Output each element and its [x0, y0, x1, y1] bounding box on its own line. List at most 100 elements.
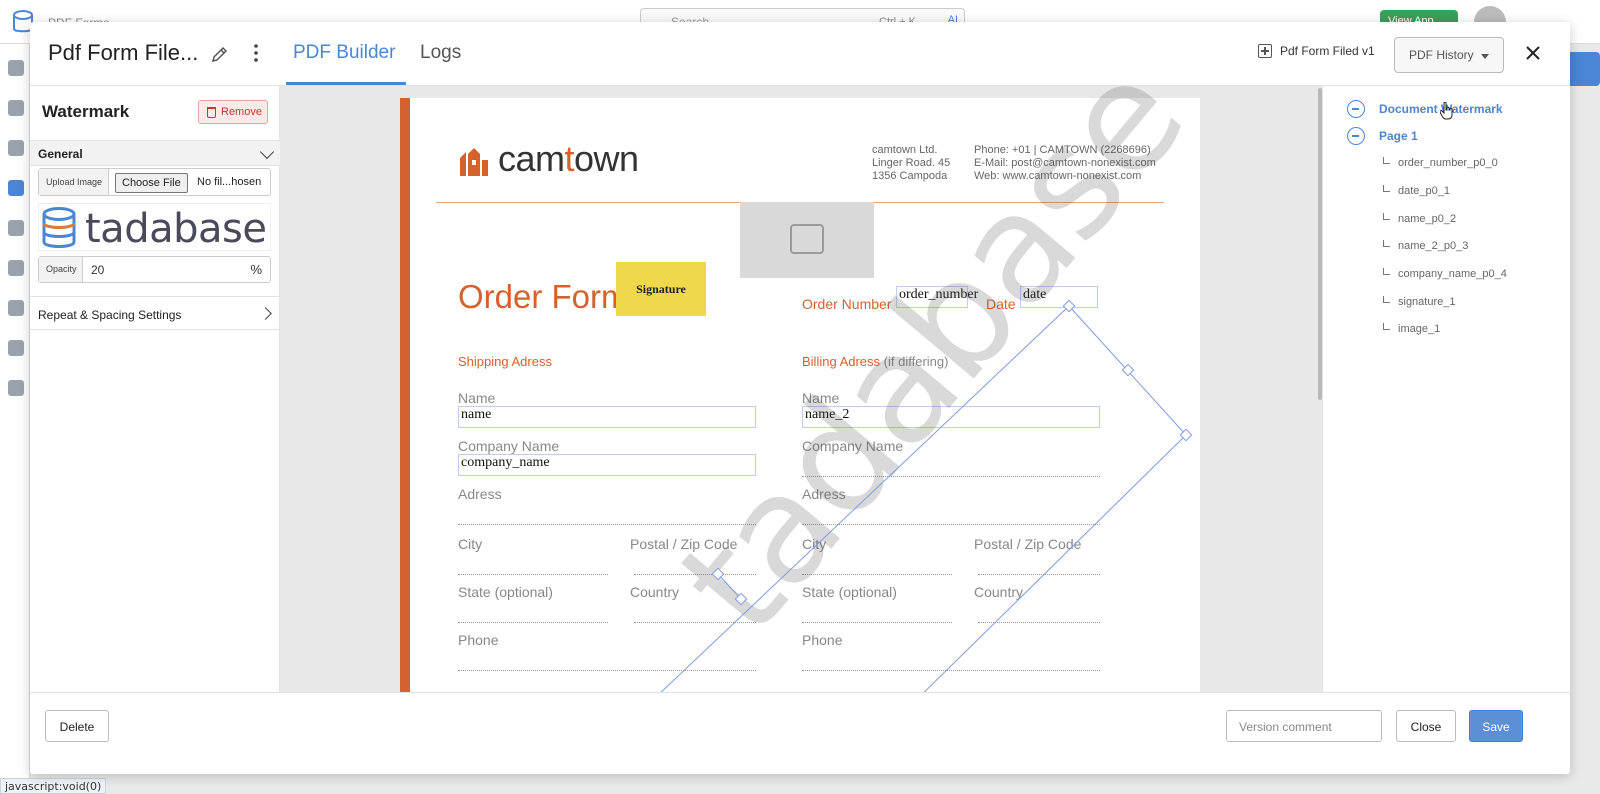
list-icon[interactable] — [8, 260, 24, 276]
dotted-line — [458, 574, 608, 575]
upload-image-field: Upload Image Choose File No fil...hosen — [38, 168, 271, 196]
watermark-settings-panel: Watermark Remove General Upload Image Ch… — [30, 86, 280, 714]
tree-item[interactable]: date_p0_1 — [1383, 185, 1450, 197]
country-label: Country — [630, 584, 680, 600]
tree-item[interactable]: name_2_p0_3 — [1383, 240, 1468, 252]
modal-footer: Delete Version comment Close Save — [30, 692, 1570, 774]
brand-right: own — [574, 138, 639, 179]
brand-left: cam — [498, 138, 565, 179]
name-field[interactable]: name — [458, 406, 756, 428]
pdf-canvas[interactable]: camtown camtown Ltd. Linger Road. 45 135… — [280, 86, 1322, 714]
pdf-history-label: PDF History — [1409, 48, 1474, 62]
billing-address-label: Billing Adress (if differing) — [802, 354, 948, 369]
version-comment-input[interactable]: Version comment — [1226, 710, 1382, 742]
general-label: General — [38, 147, 83, 161]
tree-item-label: company_name_p0_4 — [1398, 268, 1507, 280]
opacity-unit: % — [250, 262, 262, 277]
company-line: camtown Ltd. — [872, 144, 938, 156]
company-name-label: Company Name — [458, 438, 560, 454]
dotted-line — [458, 670, 756, 671]
close-icon[interactable] — [1524, 44, 1542, 62]
chevron-down-icon — [259, 144, 275, 160]
repeat-spacing-section[interactable]: Repeat & Spacing Settings — [30, 296, 280, 330]
database-logo-icon — [42, 207, 76, 248]
chart-icon[interactable] — [8, 220, 24, 236]
tree-item[interactable]: name_p0_2 — [1383, 213, 1456, 225]
opacity-field[interactable]: Opacity 20 % — [38, 256, 271, 283]
choose-file-button[interactable]: Choose File — [115, 173, 188, 193]
tab-pdf-builder[interactable]: PDF Builder — [293, 42, 395, 64]
delete-button[interactable]: Delete — [45, 710, 109, 742]
company-name-label: Company Name — [802, 438, 904, 454]
state-label: State (optional) — [802, 584, 897, 600]
upload-image-label: Upload Image — [39, 169, 109, 195]
date-field[interactable]: date — [1020, 286, 1098, 308]
status-bar: javascript:void(0) — [0, 778, 107, 794]
image-field-1[interactable] — [740, 202, 874, 278]
order-number-field[interactable]: order_number — [896, 286, 978, 308]
image-icon[interactable] — [8, 340, 24, 356]
collapse-icon[interactable] — [1347, 100, 1365, 118]
pencil-icon[interactable] — [210, 44, 230, 64]
close-button[interactable]: Close — [1396, 710, 1456, 742]
branch-arrow-icon — [1383, 185, 1390, 192]
order-form-heading: Order Form — [458, 278, 629, 315]
opacity-input[interactable]: 20 — [91, 263, 104, 277]
brand-name: camtown — [498, 138, 639, 180]
phone-label: Phone — [802, 632, 843, 648]
company-name-field[interactable]: company_name — [458, 454, 756, 476]
dotted-line — [802, 476, 1100, 477]
panel-title: Watermark — [42, 102, 130, 121]
branch-arrow-icon — [1383, 240, 1390, 247]
tree-item-label: order_number_p0_0 — [1398, 157, 1498, 169]
tree-item[interactable]: image_1 — [1383, 323, 1440, 335]
dotted-line — [634, 574, 756, 575]
version-button[interactable]: Pdf Form Filed v1 — [1258, 44, 1375, 58]
pdf-icon[interactable] — [8, 180, 24, 196]
remove-button[interactable]: Remove — [198, 100, 268, 124]
page-icon[interactable] — [8, 100, 24, 116]
chevron-right-icon — [259, 307, 272, 320]
city-label: City — [458, 536, 483, 552]
company-line: 1356 Campoda — [872, 170, 948, 182]
general-section-header[interactable]: General — [30, 140, 280, 166]
adress-label: Adress — [802, 486, 846, 502]
tab-logs[interactable]: Logs — [420, 42, 461, 64]
dotted-line — [458, 622, 608, 623]
company-address: camtown Ltd. Linger Road. 45 1356 Campod… — [872, 144, 950, 183]
tree-item-label: date_p0_1 — [1398, 185, 1450, 197]
tree-item[interactable]: order_number_p0_0 — [1383, 157, 1498, 169]
branch-arrow-icon — [1383, 268, 1390, 275]
dotted-line — [802, 574, 952, 575]
network-icon[interactable] — [8, 300, 24, 316]
collapse-icon[interactable] — [1347, 127, 1365, 145]
pdf-history-dropdown[interactable]: PDF History — [1394, 37, 1504, 73]
gear-icon[interactable] — [8, 380, 24, 396]
dotted-line — [802, 622, 952, 623]
table-icon[interactable] — [8, 60, 24, 76]
tree-item-label: signature_1 — [1398, 296, 1456, 308]
signature-field[interactable]: Signature — [616, 262, 706, 316]
contact-line: Phone: +01 | CAMTOWN (2268696) — [974, 144, 1151, 156]
more-vertical-icon[interactable] — [248, 42, 264, 64]
app-sidebar — [0, 44, 30, 794]
caret-down-icon — [1481, 54, 1489, 59]
postal-label: Postal / Zip Code — [974, 536, 1082, 552]
image-icon — [790, 224, 824, 254]
tree-item[interactable]: company_name_p0_4 — [1383, 268, 1507, 280]
watermark-image-preview: tadabase — [38, 203, 271, 252]
branch-arrow-icon — [1383, 323, 1390, 330]
state-label: State (optional) — [458, 584, 553, 600]
city-label: City — [802, 536, 827, 552]
contact-line: E-Mail: post@camtown-nonexist.com — [974, 157, 1156, 169]
billing-note: (if differing) — [883, 354, 949, 369]
save-button[interactable]: Save — [1469, 710, 1523, 742]
adress-label: Adress — [458, 486, 502, 502]
name-label: Name — [802, 390, 840, 406]
bolt-icon[interactable] — [8, 140, 24, 156]
name-2-field[interactable]: name_2 — [802, 406, 1100, 428]
dotted-line — [978, 574, 1100, 575]
tree-item[interactable]: signature_1 — [1383, 296, 1456, 308]
tree-label: Page 1 — [1379, 129, 1418, 143]
house-logo-icon — [460, 148, 488, 176]
